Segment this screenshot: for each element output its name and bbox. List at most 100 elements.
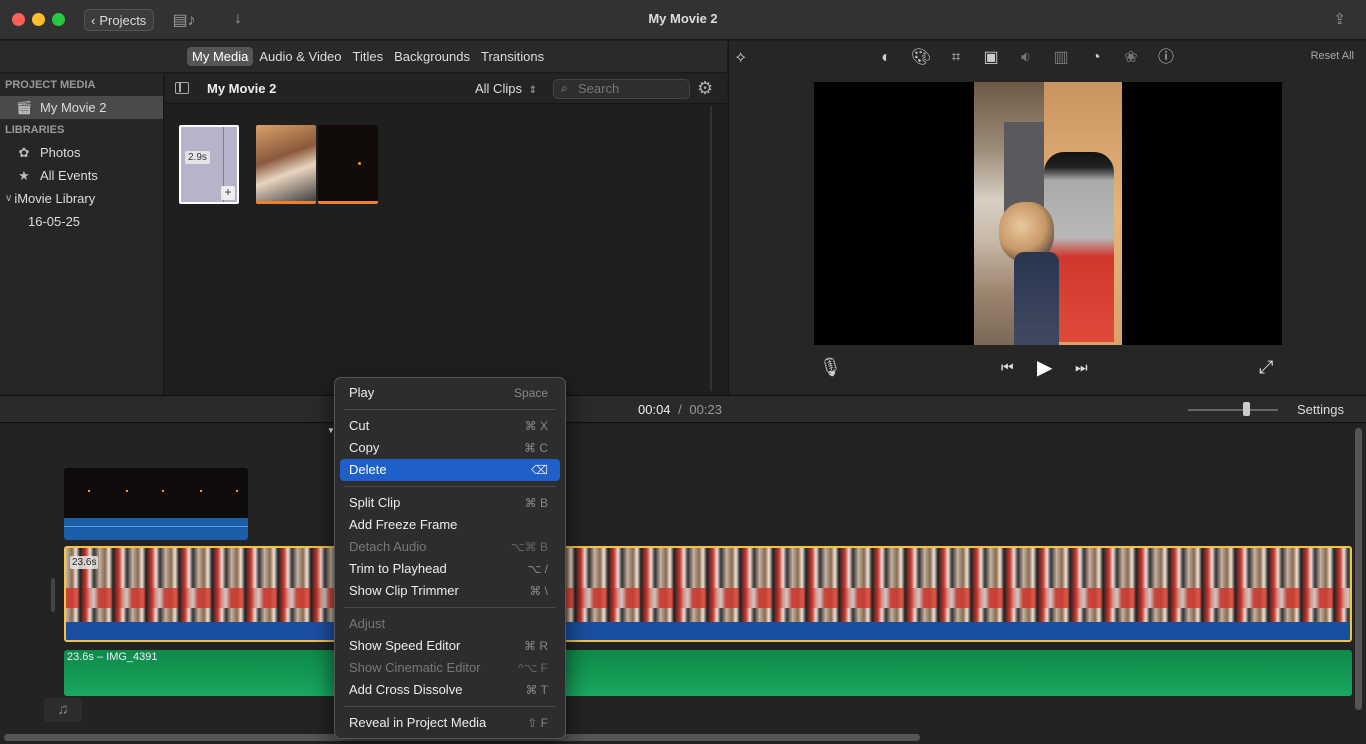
menu-shortcut: Space bbox=[513, 386, 548, 400]
close-window-button[interactable] bbox=[12, 13, 25, 26]
sidebar-item-all-events[interactable]: ★ All Events bbox=[0, 164, 163, 187]
reset-all-button[interactable]: Reset All bbox=[1311, 50, 1354, 62]
menu-item-add-cross-dissolve[interactable]: Add Cross Dissolve ⌘ T bbox=[340, 679, 560, 701]
minimize-window-button[interactable] bbox=[32, 13, 45, 26]
light-dot bbox=[358, 162, 361, 165]
skip-forward-icon[interactable]: ⏭︎ bbox=[1075, 359, 1088, 376]
music-note-icon[interactable]: ♫ bbox=[44, 698, 82, 722]
timeline-zoom-slider[interactable] bbox=[1188, 409, 1278, 411]
menu-item-cut[interactable]: Cut ⌘ X bbox=[340, 415, 560, 437]
tab-audio-video[interactable]: Audio & Video bbox=[254, 47, 346, 66]
import-arrow-icon[interactable]: ↓ bbox=[226, 10, 250, 30]
add-clip-icon[interactable]: + bbox=[221, 186, 235, 200]
media-scrollbar[interactable] bbox=[710, 106, 712, 391]
menu-separator bbox=[344, 607, 556, 608]
clip-thumbnail[interactable] bbox=[318, 125, 378, 204]
menu-item-label: Adjust bbox=[349, 616, 386, 631]
menu-shortcut: ⌘ \ bbox=[529, 584, 548, 598]
clip-duration-badge: 23.6s bbox=[70, 556, 99, 569]
menu-item-add-freeze-frame[interactable]: Add Freeze Frame bbox=[340, 514, 560, 536]
filter-icon[interactable]: ❀ bbox=[1120, 48, 1142, 68]
main-video-clip[interactable]: 23.6s bbox=[64, 546, 1352, 642]
fullscreen-icon[interactable]: ⤢ bbox=[1259, 357, 1273, 378]
volume-icon[interactable]: 🔉︎ bbox=[1015, 48, 1037, 68]
sidebar-item-event[interactable]: 16-05-25 bbox=[0, 210, 163, 233]
sidebar-item-label: All Events bbox=[40, 168, 98, 183]
crop-icon[interactable]: ⌗ bbox=[945, 48, 967, 68]
timeline-settings-button[interactable]: Settings bbox=[1297, 402, 1344, 417]
magic-wand-icon[interactable]: ✧ bbox=[734, 48, 747, 68]
cutaway-clip[interactable] bbox=[64, 468, 248, 540]
zoom-window-button[interactable] bbox=[52, 13, 65, 26]
color-balance-icon[interactable]: ◐ bbox=[875, 48, 897, 68]
search-icon: ⌕ bbox=[561, 81, 568, 95]
tab-my-media[interactable]: My Media bbox=[187, 47, 254, 66]
time-separator: / bbox=[678, 402, 682, 417]
delete-key-icon: ⌫ bbox=[531, 463, 548, 477]
menu-shortcut: ⌘ B bbox=[524, 496, 548, 510]
zoom-slider-knob[interactable] bbox=[1243, 402, 1250, 416]
disclosure-down-icon[interactable]: ∨ bbox=[5, 187, 12, 210]
media-library-icon[interactable]: ▤♪ bbox=[172, 10, 196, 30]
equalizer-icon[interactable]: ▥ bbox=[1050, 48, 1072, 68]
menu-item-show-clip-trimmer[interactable]: Show Clip Trimmer ⌘ \ bbox=[340, 580, 560, 602]
sidebar-item-photos[interactable]: ✿ Photos bbox=[0, 141, 163, 164]
menu-item-label: Copy bbox=[349, 440, 380, 455]
projects-back-button[interactable]: ‹ Projects bbox=[84, 9, 154, 31]
timeline-vertical-scrollbar[interactable] bbox=[1355, 428, 1362, 710]
menu-item-trim-to-playhead[interactable]: Trim to Playhead ⌥ / bbox=[340, 558, 560, 580]
menu-item-reveal-in-project-media[interactable]: Reveal in Project Media ⇧ F bbox=[340, 712, 560, 734]
menu-shortcut: ⌘ C bbox=[524, 441, 548, 455]
timeline-header: 00:04 / 00:23 Settings bbox=[0, 395, 1366, 423]
stabilization-camera-icon[interactable]: ▣ bbox=[980, 48, 1002, 68]
color-palette-icon[interactable]: 🎨︎ bbox=[910, 48, 932, 68]
clip-filter-select[interactable]: All Clips ⇕ bbox=[475, 81, 537, 96]
tab-backgrounds[interactable]: Backgrounds bbox=[389, 47, 475, 66]
menu-item-label: Reveal in Project Media bbox=[349, 715, 487, 730]
gear-icon[interactable]: ⚙ bbox=[697, 78, 713, 99]
microphone-icon[interactable]: 🎙︎ bbox=[819, 357, 842, 378]
project-media-heading: PROJECT MEDIA bbox=[5, 79, 96, 91]
tab-titles[interactable]: Titles bbox=[348, 47, 389, 66]
search-input[interactable]: Search bbox=[553, 79, 690, 99]
timeline-resize-handle[interactable] bbox=[51, 578, 55, 612]
play-icon[interactable]: ▶ bbox=[1037, 355, 1052, 380]
browser-tabs-bar: My Media Audio & Video Titles Background… bbox=[0, 41, 727, 73]
audio-track[interactable]: 23.6s – IMG_4391 bbox=[64, 650, 1352, 696]
sidebar-item-my-movie-2[interactable]: 🎬︎ My Movie 2 bbox=[0, 96, 163, 119]
menu-item-copy[interactable]: Copy ⌘ C bbox=[340, 437, 560, 459]
media-browser-header: My Movie 2 All Clips ⇕ Search ⌕ ⚙ bbox=[165, 74, 727, 104]
speed-icon[interactable]: ◔ bbox=[1085, 48, 1107, 68]
skip-back-icon[interactable]: ⏮︎ bbox=[1001, 359, 1014, 376]
menu-item-play[interactable]: Play Space bbox=[340, 382, 560, 404]
menu-item-show-speed-editor[interactable]: Show Speed Editor ⌘ R bbox=[340, 635, 560, 657]
menu-item-label: Split Clip bbox=[349, 495, 401, 510]
clip-thumbnail[interactable]: 2.9s + bbox=[179, 125, 239, 204]
menu-shortcut: ⌘ R bbox=[524, 639, 548, 653]
menu-item-label: Add Cross Dissolve bbox=[349, 682, 463, 697]
menu-item-delete[interactable]: Delete ⌫ bbox=[340, 459, 560, 481]
menu-shortcut: ⌘ X bbox=[524, 419, 548, 433]
menu-item-adjust: Adjust bbox=[340, 613, 560, 635]
audio-track-label: 23.6s – IMG_4391 bbox=[67, 651, 158, 663]
tab-transitions[interactable]: Transitions bbox=[476, 47, 549, 66]
current-time: 00:04 bbox=[638, 402, 671, 417]
menu-item-label: Play bbox=[349, 385, 375, 400]
used-clip-bar bbox=[256, 201, 316, 204]
library-sidebar: PROJECT MEDIA 🎬︎ My Movie 2 LIBRARIES ✿ … bbox=[0, 74, 164, 394]
media-title: My Movie 2 bbox=[207, 81, 277, 96]
menu-shortcut: ^⌥ F bbox=[517, 661, 548, 675]
share-icon[interactable]: ⇪ bbox=[1333, 10, 1346, 28]
menu-shortcut: ⌥ / bbox=[527, 562, 549, 576]
media-browser: My Movie 2 All Clips ⇕ Search ⌕ ⚙ 2.9s + bbox=[165, 74, 727, 394]
info-icon[interactable]: ⓘ bbox=[1155, 48, 1177, 68]
menu-separator bbox=[344, 486, 556, 487]
sidebar-toggle-icon[interactable] bbox=[175, 82, 189, 94]
timeline[interactable]: ▼ 23.6s 23.6s – IMG_4391 ♫ bbox=[0, 424, 1366, 744]
projects-back-label: Projects bbox=[99, 12, 147, 28]
sidebar-item-imovie-library[interactable]: ∨ iMovie Library bbox=[0, 187, 163, 210]
menu-item-label: Trim to Playhead bbox=[349, 561, 447, 576]
video-preview[interactable] bbox=[814, 82, 1282, 345]
menu-item-split-clip[interactable]: Split Clip ⌘ B bbox=[340, 492, 560, 514]
clip-thumbnail[interactable] bbox=[256, 125, 316, 204]
